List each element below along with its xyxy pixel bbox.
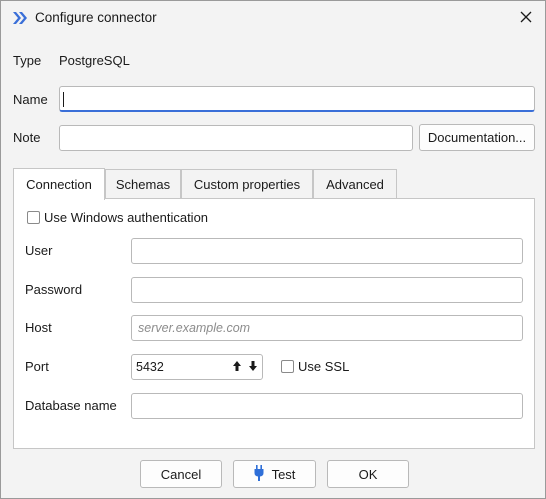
note-label: Note <box>13 130 41 145</box>
close-icon <box>519 10 533 27</box>
arrow-down-icon[interactable] <box>248 360 258 375</box>
tab-custom-properties[interactable]: Custom properties <box>181 169 313 199</box>
note-input[interactable] <box>59 125 413 151</box>
port-spin-buttons <box>232 360 258 375</box>
name-input[interactable] <box>59 86 535 112</box>
user-input[interactable] <box>131 238 523 264</box>
password-label: Password <box>25 282 83 297</box>
tab-schemas[interactable]: Schemas <box>105 169 181 199</box>
port-stepper[interactable]: 5432 <box>131 354 263 380</box>
name-label: Name <box>13 92 48 107</box>
test-button-label: Test <box>271 466 296 482</box>
password-input[interactable] <box>131 277 523 303</box>
arrow-up-icon[interactable] <box>232 360 242 375</box>
cancel-button[interactable]: Cancel <box>140 460 222 488</box>
port-label: Port <box>25 359 49 374</box>
type-label: Type <box>13 53 42 68</box>
test-button[interactable]: Test <box>233 460 316 488</box>
connector-app-icon <box>12 11 28 25</box>
database-name-label: Database name <box>25 398 117 413</box>
ok-button[interactable]: OK <box>327 460 409 488</box>
tab-advanced[interactable]: Advanced <box>313 169 397 199</box>
use-ssl-checkbox[interactable] <box>281 360 294 373</box>
type-value: PostgreSQL <box>59 53 130 68</box>
window-title: Configure connector <box>35 10 157 25</box>
windows-auth-checkbox[interactable] <box>27 211 40 224</box>
connection-panel: Use Windows authentication User Password… <box>13 198 535 449</box>
use-ssl-label: Use SSL <box>298 359 350 374</box>
database-name-input[interactable] <box>131 393 523 419</box>
close-button[interactable] <box>511 5 541 31</box>
plug-icon <box>254 464 264 484</box>
host-label: Host <box>25 320 52 335</box>
configure-connector-dialog: Configure connector Type PostgreSQL Name… <box>0 0 546 499</box>
documentation-button[interactable]: Documentation... <box>419 124 535 151</box>
title-bar: Configure connector <box>1 1 545 35</box>
tab-connection[interactable]: Connection <box>13 168 105 200</box>
windows-auth-label: Use Windows authentication <box>44 210 209 225</box>
host-input[interactable]: server.example.com <box>131 315 523 341</box>
user-label: User <box>25 243 53 258</box>
host-placeholder: server.example.com <box>138 321 251 335</box>
text-caret <box>63 92 64 107</box>
port-value: 5432 <box>136 360 164 374</box>
